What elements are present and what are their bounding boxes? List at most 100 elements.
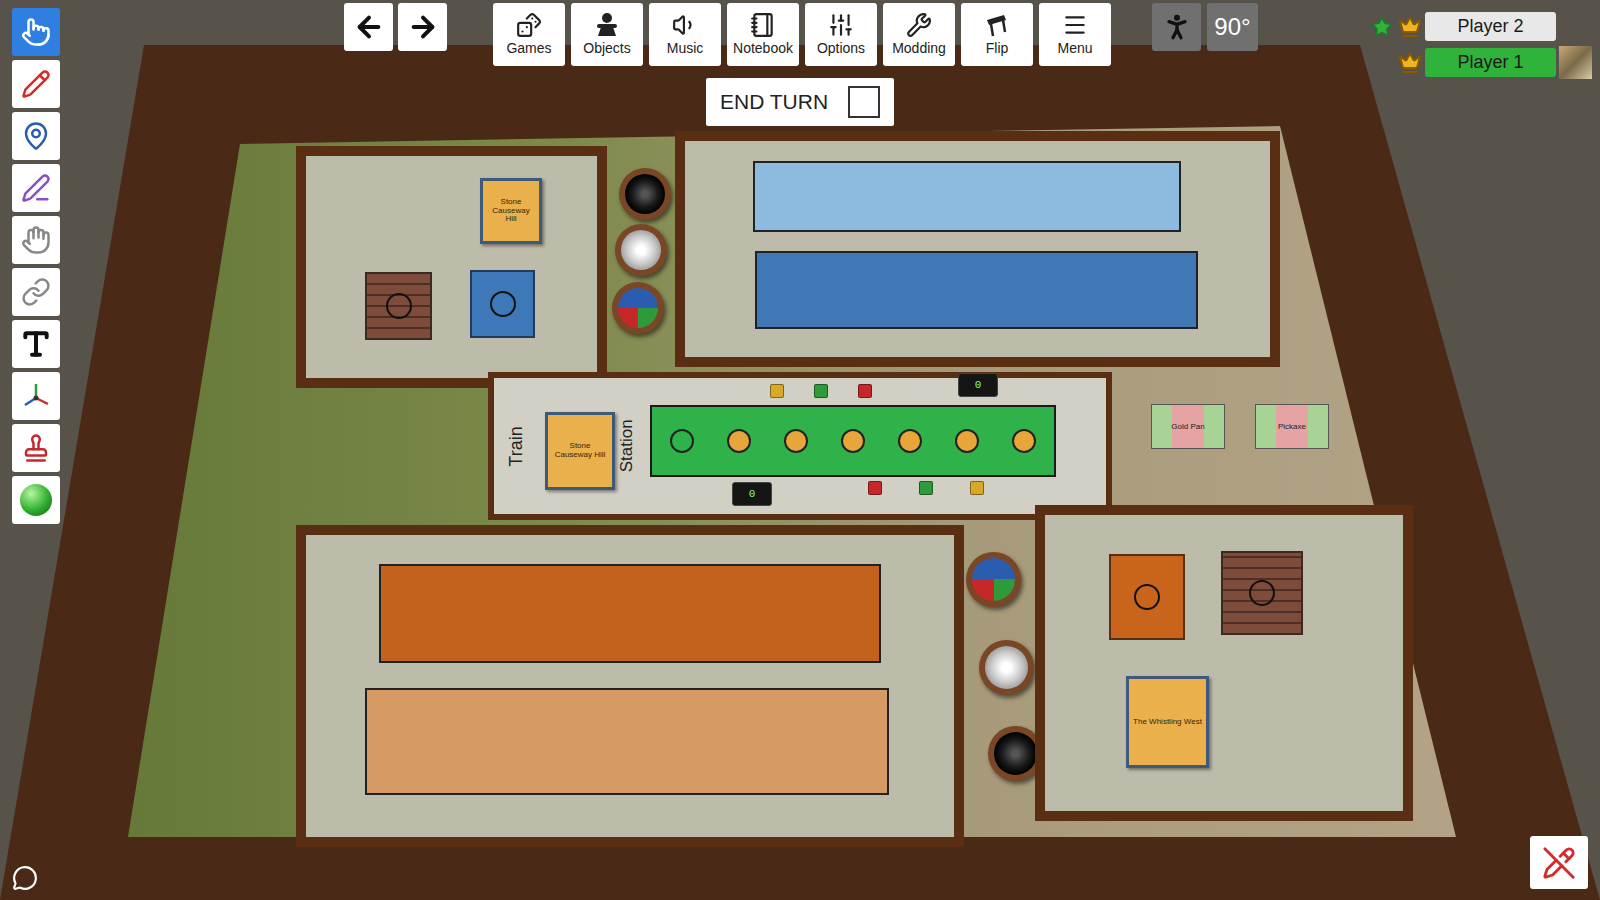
brick-slot[interactable] xyxy=(1221,551,1303,635)
cube-row xyxy=(770,384,872,398)
track-space[interactable] xyxy=(670,429,694,453)
rotation-button[interactable]: 90° xyxy=(1207,3,1258,51)
counter-value: 0 xyxy=(975,377,982,394)
nav-group xyxy=(344,3,447,51)
orange-slot[interactable] xyxy=(1109,554,1185,640)
games-button[interactable]: Games xyxy=(493,3,565,66)
stamp-tool-button[interactable] xyxy=(12,424,60,472)
text-tool-button[interactable] xyxy=(12,320,60,368)
star-slot xyxy=(1369,48,1395,77)
pin-tool-button[interactable] xyxy=(12,112,60,160)
star-slot xyxy=(1369,12,1395,41)
cube[interactable] xyxy=(858,384,872,398)
menu-button[interactable]: Menu xyxy=(1039,3,1111,66)
cube[interactable] xyxy=(814,384,828,398)
menu-label: Options xyxy=(817,40,865,58)
card-title: The Whistling West xyxy=(1133,718,1202,727)
notebook-button[interactable]: Notebook xyxy=(727,3,799,66)
end-turn-button[interactable]: END TURN xyxy=(706,78,894,126)
brick-slot[interactable] xyxy=(365,272,432,340)
white-bowl[interactable] xyxy=(979,640,1034,695)
card[interactable]: The Whistling West xyxy=(1126,676,1209,768)
objects-button[interactable]: Objects xyxy=(571,3,643,66)
slot-ring xyxy=(1134,584,1160,610)
track xyxy=(650,405,1056,477)
card[interactable]: Stone Causeway Hill xyxy=(480,178,542,244)
joint-tool-button[interactable] xyxy=(12,268,60,316)
wrench-icon xyxy=(906,12,932,38)
menu-label: Notebook xyxy=(733,40,793,58)
side-card[interactable]: Pickaxe xyxy=(1255,404,1329,449)
dice-icon xyxy=(516,12,542,38)
track-space[interactable] xyxy=(841,429,865,453)
track-bar xyxy=(755,251,1198,329)
music-button[interactable]: Music xyxy=(649,3,721,66)
track-space[interactable] xyxy=(784,429,808,453)
side-card[interactable]: Gold Pan xyxy=(1151,404,1225,449)
blue-slot[interactable] xyxy=(470,270,535,338)
player-name[interactable]: Player 2 xyxy=(1425,12,1556,41)
bowl-contents xyxy=(972,558,1015,601)
player-row: Player 2 xyxy=(1369,10,1592,43)
cube[interactable] xyxy=(919,481,933,495)
mat-surface xyxy=(685,141,1270,357)
chat-button[interactable] xyxy=(8,864,42,892)
view-group: 90° xyxy=(1152,3,1258,51)
axes-icon xyxy=(21,381,51,411)
tool-bar xyxy=(12,8,60,524)
mixed-bowl[interactable] xyxy=(966,552,1021,607)
end-turn-label: END TURN xyxy=(720,86,828,118)
text-tool-icon xyxy=(20,328,52,360)
player-name[interactable]: Player 1 xyxy=(1425,48,1556,77)
track-space[interactable] xyxy=(1012,429,1036,453)
ball-tool-button[interactable] xyxy=(12,476,60,524)
chat-icon xyxy=(12,865,38,891)
slot-ring xyxy=(490,291,516,317)
back-button[interactable] xyxy=(344,3,393,51)
end-turn-checkbox[interactable] xyxy=(848,86,880,118)
pencil-tool-button[interactable] xyxy=(12,60,60,108)
line-tool-button[interactable] xyxy=(12,164,60,212)
player-list: Player 2 Player 1 xyxy=(1369,10,1592,79)
counter[interactable]: 0 xyxy=(732,482,772,506)
track-bar xyxy=(753,161,1181,232)
black-bowl[interactable] xyxy=(619,168,671,220)
cube[interactable] xyxy=(770,384,784,398)
pencil-icon xyxy=(21,69,51,99)
player-name-text: Player 2 xyxy=(1457,13,1523,40)
bowl-contents xyxy=(618,288,658,328)
track-space[interactable] xyxy=(955,429,979,453)
ball-icon xyxy=(20,484,52,516)
figure-icon xyxy=(1161,11,1193,43)
score-mat xyxy=(296,525,964,847)
crown-slot xyxy=(1395,12,1425,41)
physics-button[interactable] xyxy=(1152,3,1201,51)
flip-button[interactable]: Flip xyxy=(961,3,1033,66)
card-title: Stone Causeway Hill xyxy=(487,198,535,224)
gizmo-tool-button[interactable] xyxy=(12,216,60,264)
menu-label: Modding xyxy=(892,40,946,58)
white-bowl[interactable] xyxy=(615,224,667,276)
star-icon xyxy=(1371,16,1393,38)
side-card-label: Pickaxe xyxy=(1278,423,1306,431)
track-space[interactable] xyxy=(727,429,751,453)
track-space[interactable] xyxy=(898,429,922,453)
menu-label: Games xyxy=(506,40,551,58)
modding-button[interactable]: Modding xyxy=(883,3,955,66)
axes-tool-button[interactable] xyxy=(12,372,60,420)
mixed-bowl[interactable] xyxy=(612,282,664,334)
counter[interactable]: 0 xyxy=(958,373,998,397)
options-button[interactable]: Options xyxy=(805,3,877,66)
drawing-toggle-button[interactable] xyxy=(1530,836,1588,889)
stamp-icon xyxy=(21,433,51,463)
bowl-contents xyxy=(994,732,1037,775)
forward-button[interactable] xyxy=(398,3,447,51)
crown-icon xyxy=(1398,15,1422,39)
bowl-contents xyxy=(985,646,1028,689)
menu-group: Games ObjectsMusic Notebook Options Modding F… xyxy=(493,3,1111,66)
cube[interactable] xyxy=(868,481,882,495)
cube[interactable] xyxy=(970,481,984,495)
bowl-contents xyxy=(621,230,661,270)
pointer-tool-button[interactable] xyxy=(12,8,60,56)
card[interactable]: Stone Causeway Hill xyxy=(545,412,615,490)
